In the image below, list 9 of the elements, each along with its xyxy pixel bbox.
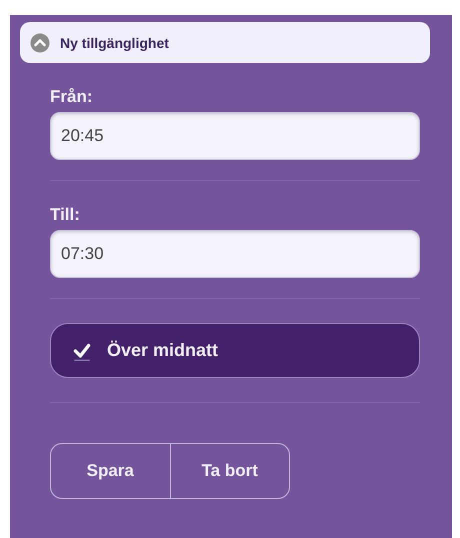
section-header[interactable]: Ny tillgänglighet	[20, 22, 430, 63]
delete-button[interactable]: Ta bort	[170, 444, 289, 498]
chevron-icon	[30, 32, 50, 52]
overnight-checkbox[interactable]: Över midnatt	[50, 323, 420, 378]
save-button[interactable]: Spara	[51, 444, 170, 498]
field-label: Från:	[50, 87, 94, 107]
input-field[interactable]: 07:30	[50, 230, 420, 278]
input-field[interactable]: 20:45	[50, 112, 420, 160]
field-label: Till:	[50, 205, 81, 225]
